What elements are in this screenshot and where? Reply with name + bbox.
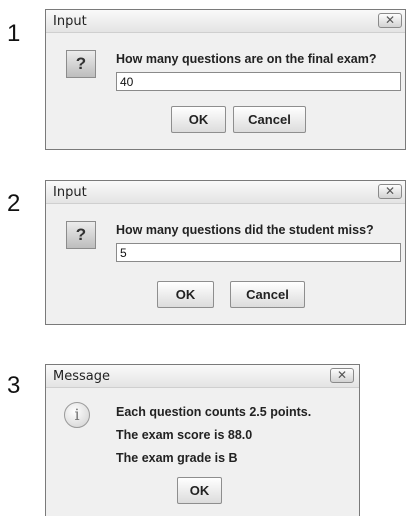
close-icon: ✕ (384, 13, 396, 27)
missed-count-input[interactable] (116, 243, 401, 262)
dialog-title: Input (53, 14, 87, 29)
message-line: The exam grade is B (116, 451, 238, 465)
info-icon: i (64, 402, 90, 428)
close-icon: ✕ (336, 368, 348, 382)
close-button[interactable]: ✕ (378, 184, 402, 199)
title-bar[interactable]: Input ✕ (46, 10, 405, 33)
close-icon: ✕ (384, 184, 396, 198)
message-dialog-result: Message ✕ i Each question counts 2.5 poi… (45, 364, 360, 516)
prompt-label: How many questions are on the final exam… (116, 52, 377, 66)
step-number-1: 1 (7, 20, 21, 47)
close-button[interactable]: ✕ (378, 13, 402, 28)
input-dialog-final-exam: Input ✕ ? How many questions are on the … (45, 9, 406, 150)
step-number-3: 3 (7, 372, 21, 399)
message-line: The exam score is 88.0 (116, 428, 253, 442)
questions-count-input[interactable] (116, 72, 401, 91)
title-bar[interactable]: Message ✕ (46, 365, 359, 388)
prompt-label: How many questions did the student miss? (116, 223, 374, 237)
question-icon: ? (66, 50, 96, 78)
cancel-button[interactable]: Cancel (233, 106, 306, 133)
ok-button[interactable]: OK (177, 477, 222, 504)
message-line: Each question counts 2.5 points. (116, 405, 312, 419)
step-number-2: 2 (7, 190, 21, 217)
ok-button[interactable]: OK (171, 106, 226, 133)
ok-button[interactable]: OK (157, 281, 214, 308)
title-bar[interactable]: Input ✕ (46, 181, 405, 204)
question-icon: ? (66, 221, 96, 249)
input-dialog-missed-questions: Input ✕ ? How many questions did the stu… (45, 180, 406, 325)
dialog-title: Message (53, 369, 110, 384)
close-button[interactable]: ✕ (330, 368, 354, 383)
dialog-title: Input (53, 185, 87, 200)
cancel-button[interactable]: Cancel (230, 281, 305, 308)
